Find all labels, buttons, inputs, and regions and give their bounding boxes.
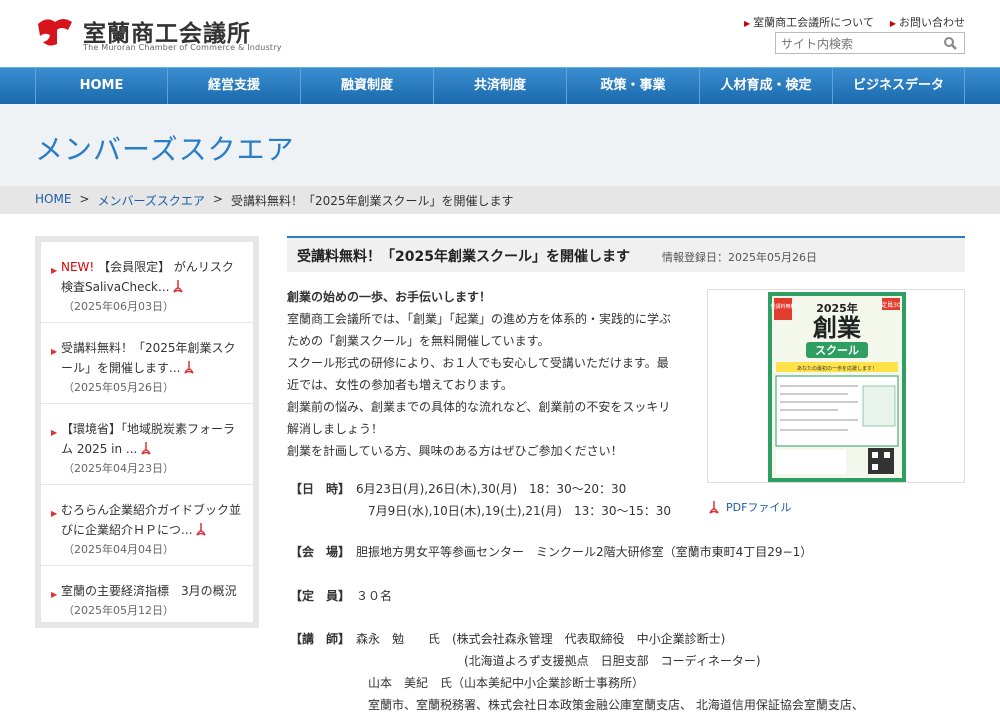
site-header: 室蘭商工会議所 The Muroran Chamber of Commerce … — [0, 0, 1000, 66]
article-body-line: 創業前の悩み、創業までの具体的な流れなど、創業前の不安をスッキリ — [287, 400, 671, 414]
sidebar-item[interactable]: ▶ NEW! 【会員限定】 がんリスク検査SalivaCheck... （202… — [41, 242, 253, 323]
article-body-line: 解消しましょう！ — [287, 422, 384, 436]
article-body-line: スクール形式の研修により、お１人でも安心して受講いただけます。最 — [287, 356, 669, 370]
site-search — [775, 32, 965, 54]
global-nav: HOME 経営支援 融資制度 共済制度 政策・事業 人材育成・検定 ビジネスデー… — [0, 67, 1000, 104]
breadcrumb-separator: > — [79, 192, 90, 206]
flyer-year: 2025年 — [816, 301, 858, 315]
sidebar-item-date: （2025年06月03日） — [63, 300, 174, 313]
pdf-link-label[interactable]: PDFファイル — [726, 499, 791, 515]
breadcrumb-members[interactable]: メンバーズスクエア — [97, 192, 204, 209]
info-date: 【日 時】 6月23日(月),26日(木),30(月) 18：30～20：30 … — [290, 478, 671, 518]
flyer-graphic: 受講料無料 定員30 2025年 創業 スクール あなたの最初の一歩を応援します… — [768, 292, 906, 482]
pdf-icon — [196, 523, 207, 536]
nav-mutual-aid[interactable]: 共済制度 — [433, 68, 566, 104]
flyer-tagline: あなたの最初の一歩を応援します！ — [797, 365, 877, 372]
logo-icon[interactable] — [35, 14, 75, 48]
date-line: 6月23日(月),26日(木),30(月) 18：30～20：30 — [356, 482, 627, 496]
sidebar-item-date: （2025年05月26日） — [63, 381, 174, 394]
sidebar-item[interactable]: ▶ 室蘭の主要経済指標 3月の概況 （2025年05月12日） — [41, 566, 253, 626]
breadcrumb-home[interactable]: HOME — [35, 192, 71, 209]
sidebar-item-date: （2025年04月23日） — [63, 462, 174, 475]
sidebar-item-date: （2025年05月12日） — [63, 604, 174, 617]
sidebar-item[interactable]: ▶ 受講料無料！「2025年創業スクール」を開催します... （2025年05月… — [41, 323, 253, 404]
article-lead: 創業の始めの一歩、お手伝いします！ — [287, 290, 492, 304]
venue-value: 胆振地方男女平等参画センター ミンクール2階大研修室（室蘭市東町4丁目29−1） — [356, 545, 813, 559]
flyer-badge-left: 受講料無料 — [770, 303, 795, 310]
lecturer-line: 山本 美紀 氏（山本美紀中小企業診断士事務所） — [356, 676, 645, 690]
lecturer-line: 室蘭市、室蘭税務署、株式会社日本政策金融公庫室蘭支店、 北海道信用保証協会室蘭支… — [356, 698, 864, 712]
article-body-line: 近では、女性の参加者も増えております。 — [287, 378, 513, 392]
article-header: 受講料無料！「2025年創業スクール」を開催します 情報登録日：2025年05月… — [287, 236, 965, 272]
arrow-icon: ▶ — [51, 509, 58, 518]
article-body-line: 室蘭商工会議所では、「創業」「起業」の進め方を体系的・実践的に学ぶ — [287, 312, 672, 326]
capacity-label: 【定 員】 — [290, 589, 351, 603]
article-body-line: ための「創業スクール」を無料開催しています。 — [287, 334, 550, 348]
sidebar-item-title[interactable]: 受講料無料！「2025年創業スクール」を開催します... — [61, 341, 236, 375]
flyer-image[interactable]: 受講料無料 定員30 2025年 創業 スクール あなたの最初の一歩を応援します… — [707, 289, 965, 483]
search-icon[interactable] — [943, 36, 957, 50]
arrow-icon: ▶ — [51, 266, 58, 275]
sidebar-item-title[interactable]: 室蘭の主要経済指標 3月の概況 — [61, 584, 237, 598]
info-capacity: 【定 員】 ３０名 — [290, 585, 392, 607]
article-date: 情報登録日：2025年05月26日 — [662, 251, 817, 264]
nav-training[interactable]: 人材育成・検定 — [699, 68, 832, 104]
sidebar-item[interactable]: ▶ むろらん企業紹介ガイドブック並びに企業紹介ＨＰにつ... （2025年04月… — [41, 485, 253, 566]
pdf-link[interactable]: PDFファイル — [707, 499, 791, 515]
lecturer-line: 森永 勉 氏 (株式会社森永管理 代表取締役 中小企業診断士) — [356, 632, 726, 646]
info-lecturer: 【講 師】 森永 勉 氏 (株式会社森永管理 代表取締役 中小企業診断士) (北… — [290, 628, 864, 712]
flyer-title: 創業 — [813, 314, 861, 342]
breadcrumb: HOME > メンバーズスクエア > 受講料無料！「2025年創業スクール」を開… — [0, 186, 1000, 214]
flyer-subtitle: スクール — [815, 344, 859, 357]
pdf-icon — [184, 361, 195, 374]
flyer-badge-right: 定員30 — [881, 301, 901, 309]
lecturer-line: (北海道よろず支援拠点 日胆支部 コーディネーター) — [356, 654, 761, 668]
arrow-icon: ▶ — [51, 428, 58, 437]
sidebar-item-date: （2025年04月04日） — [63, 543, 174, 556]
article-title: 受講料無料！「2025年創業スクール」を開催します — [297, 249, 630, 265]
nav-business-data[interactable]: ビジネスデータ — [832, 68, 965, 104]
breadcrumb-separator: > — [212, 192, 223, 206]
arrow-icon: ▶ — [51, 347, 58, 356]
date-label: 【日 時】 — [290, 482, 351, 496]
logo-subtitle: The Muroran Chamber of Commerce & Indust… — [83, 43, 282, 52]
info-venue: 【会 場】 胆振地方男女平等参画センター ミンクール2階大研修室（室蘭市東町4丁… — [290, 541, 812, 563]
pdf-icon — [709, 501, 719, 514]
pdf-icon — [173, 280, 184, 293]
venue-label: 【会 場】 — [290, 545, 351, 559]
article-intro: 創業の始めの一歩、お手伝いします！ 室蘭商工会議所では、「創業」「起業」の進め方… — [287, 286, 697, 462]
arrow-icon: ▶ — [744, 19, 751, 28]
search-input[interactable] — [776, 34, 936, 54]
capacity-value: ３０名 — [356, 589, 393, 603]
top-links: ▶ 室蘭商工会議所について ▶ お問い合わせ — [744, 14, 965, 30]
date-line: 7月9日(水),10日(木),19(土),21(月) 13：30～15：30 — [356, 504, 672, 518]
nav-financing[interactable]: 融資制度 — [300, 68, 433, 104]
new-badge: NEW! — [61, 260, 95, 274]
nav-home[interactable]: HOME — [35, 68, 167, 104]
article-body-line: 創業を計画している方、興味のある方はぜひご参加ください！ — [287, 444, 623, 458]
page-title: メンバーズスクエア — [35, 133, 295, 166]
lecturer-label: 【講 師】 — [290, 632, 351, 646]
sidebar-item[interactable]: ▶ 【環境省】「地域脱炭素フォーラム 2025 in ... （2025年04月… — [41, 404, 253, 485]
arrow-icon: ▶ — [889, 19, 896, 28]
arrow-icon: ▶ — [51, 590, 58, 599]
breadcrumb-current: 受講料無料！「2025年創業スクール」を開催します — [230, 194, 514, 208]
about-link[interactable]: ▶ 室蘭商工会議所について — [744, 14, 874, 30]
sidebar: ▶ NEW! 【会員限定】 がんリスク検査SalivaCheck... （202… — [35, 236, 259, 628]
pdf-icon — [141, 442, 152, 455]
contact-link[interactable]: ▶ お問い合わせ — [890, 14, 965, 30]
sidebar-item-title[interactable]: むろらん企業紹介ガイドブック並びに企業紹介ＨＰにつ... — [61, 503, 241, 537]
nav-management-support[interactable]: 経営支援 — [167, 68, 300, 104]
nav-policy[interactable]: 政策・事業 — [566, 68, 699, 104]
